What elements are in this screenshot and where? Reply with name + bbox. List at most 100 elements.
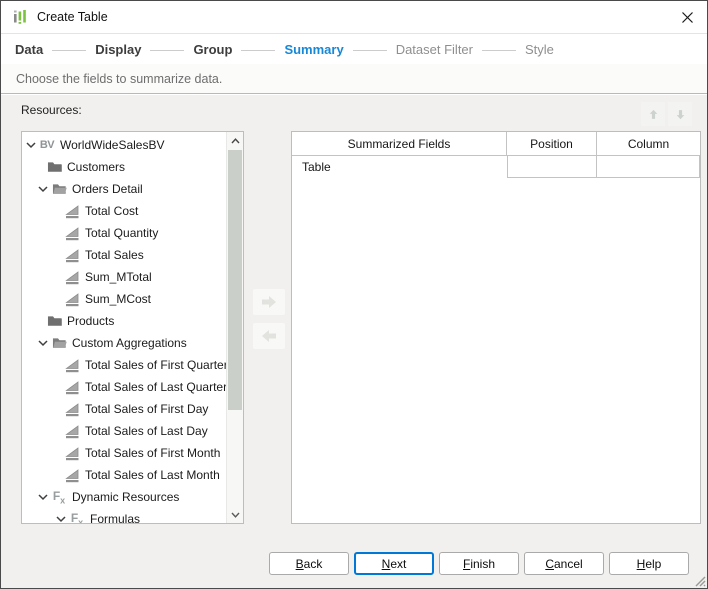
step-connector	[150, 49, 185, 51]
tree-item-label: Total Cost	[85, 204, 139, 218]
remove-arrow-icon[interactable]	[253, 323, 285, 349]
summary-field-icon	[64, 247, 80, 263]
table-header-row: Summarized Fields Position Column	[292, 132, 700, 156]
tree-item-label: WorldWideSalesBV	[60, 138, 165, 152]
chevron-down-icon[interactable]	[38, 492, 50, 502]
tree-item-label: Sum_MTotal	[85, 270, 152, 284]
summary-field-icon	[64, 203, 80, 219]
tree-item-label: Custom Aggregations	[72, 336, 187, 350]
tree-item-label: Formulas	[90, 512, 141, 524]
tree-item-custom-aggregations[interactable]: Custom Aggregations	[22, 332, 226, 354]
folder-open-icon	[51, 335, 67, 351]
resize-grip-icon[interactable]	[692, 573, 706, 587]
step-summary[interactable]: Summary	[284, 42, 343, 57]
title-bar: Create Table	[1, 1, 707, 34]
table-rows: Table	[292, 156, 700, 178]
tree-item-label: Total Quantity	[85, 226, 159, 240]
back-button[interactable]: Back	[269, 552, 349, 575]
table-row[interactable]: Table	[292, 156, 700, 178]
column-header-summarized-fields: Summarized Fields	[292, 132, 507, 155]
fx-icon: Fx	[70, 510, 84, 524]
add-arrow-icon[interactable]	[253, 289, 285, 315]
summarized-fields-table: Summarized Fields Position Column Table	[291, 131, 701, 524]
tree-item-sum-mcost[interactable]: Sum_MCost	[22, 288, 226, 310]
tree-item-total-sales-of-first-day[interactable]: Total Sales of First Day	[22, 398, 226, 420]
row-field-label[interactable]: Table	[292, 156, 507, 178]
tree-item-label: Dynamic Resources	[72, 490, 180, 504]
tree-item-label: Customers	[67, 160, 126, 174]
create-table-dialog: Create Table Data Display Group Summary Data…	[0, 0, 708, 589]
finish-button[interactable]: Finish	[439, 552, 519, 575]
tree-item-label: Total Sales	[85, 248, 144, 262]
chevron-down-icon[interactable]	[38, 338, 50, 348]
step-data[interactable]: Data	[15, 42, 43, 57]
business-view-icon: BV	[39, 139, 55, 151]
tree-item-products[interactable]: Products	[22, 310, 226, 332]
tree-item-total-sales-of-last-quarter[interactable]: Total Sales of Last Quarter	[22, 376, 228, 398]
tree-item-label: Total Sales of Last Month	[85, 468, 220, 482]
tree-item-label: Total Sales of Last Quarter	[85, 380, 228, 394]
help-button[interactable]: Help	[609, 552, 689, 575]
step-connector	[52, 49, 87, 51]
summary-field-icon	[64, 291, 80, 307]
summary-field-icon	[64, 357, 80, 373]
step-connector	[352, 49, 387, 51]
resources-label: Resources:	[21, 103, 82, 117]
tree-scrollbar[interactable]	[226, 132, 243, 523]
cancel-button[interactable]: Cancel	[524, 552, 604, 575]
tree-item-label: Total Sales of First Day	[85, 402, 209, 416]
step-group[interactable]: Group	[193, 42, 232, 57]
tree-item-total-sales-of-last-month[interactable]: Total Sales of Last Month	[22, 464, 226, 486]
step-display[interactable]: Display	[95, 42, 141, 57]
chevron-down-icon[interactable]	[26, 140, 38, 150]
move-up-icon[interactable]	[641, 102, 665, 126]
tree-item-label: Total Sales of Last Day	[85, 424, 208, 438]
next-button[interactable]: Next	[354, 552, 434, 575]
step-dataset-filter[interactable]: Dataset Filter	[396, 42, 473, 57]
summary-field-icon	[64, 269, 80, 285]
tree-item-formulas[interactable]: Fx Formulas	[22, 508, 226, 524]
close-icon[interactable]	[677, 7, 697, 27]
folder-icon	[46, 159, 62, 175]
tree-item-total-cost[interactable]: Total Cost	[22, 200, 226, 222]
tree-item-label: Orders Detail	[72, 182, 143, 196]
dialog-body: Resources: BV WorldWideSalesBV Customers Or…	[1, 95, 707, 588]
folder-icon	[46, 313, 62, 329]
summary-field-icon	[64, 225, 80, 241]
tree-item-label: Products	[67, 314, 115, 328]
move-down-icon[interactable]	[668, 102, 692, 126]
column-header-column: Column	[627, 136, 670, 151]
step-style[interactable]: Style	[525, 42, 554, 57]
step-connector	[482, 49, 516, 51]
instruction-text: Choose the fields to summarize data.	[1, 64, 707, 94]
summary-field-icon	[64, 401, 80, 417]
fx-icon: Fx	[52, 488, 66, 506]
tree-item-customers[interactable]: Customers	[22, 156, 226, 178]
row-position-cell[interactable]	[507, 156, 597, 178]
tree-item-orders-detail[interactable]: Orders Detail	[22, 178, 226, 200]
tree-item-label: Total Sales of First Quarter	[85, 358, 228, 372]
window-title: Create Table	[37, 10, 108, 24]
tree-item-worldwidesalesbv[interactable]: BV WorldWideSalesBV	[22, 134, 226, 156]
tree-item-dynamic-resources[interactable]: Fx Dynamic Resources	[22, 486, 226, 508]
scroll-up-icon[interactable]	[227, 132, 243, 149]
tree-item-total-sales-of-first-month[interactable]: Total Sales of First Month	[22, 442, 226, 464]
column-header-position: Position	[507, 132, 597, 155]
summary-field-icon	[64, 423, 80, 439]
summary-field-icon	[64, 379, 80, 395]
tree-item-total-sales-of-first-quarter[interactable]: Total Sales of First Quarter	[22, 354, 228, 376]
folder-open-icon	[51, 181, 67, 197]
tree-item-sum-mtotal[interactable]: Sum_MTotal	[22, 266, 226, 288]
summary-field-icon	[64, 445, 80, 461]
tree-item-total-quantity[interactable]: Total Quantity	[22, 222, 226, 244]
chevron-down-icon[interactable]	[56, 514, 68, 523]
tree-items: BV WorldWideSalesBV Customers Orders Detail…	[22, 134, 228, 524]
chevron-down-icon[interactable]	[38, 184, 50, 194]
row-column-cell[interactable]	[597, 156, 700, 178]
scroll-down-icon[interactable]	[227, 506, 243, 523]
tree-item-total-sales-of-last-day[interactable]: Total Sales of Last Day	[22, 420, 226, 442]
scrollbar-thumb[interactable]	[228, 150, 242, 410]
tree-item-total-sales[interactable]: Total Sales	[22, 244, 226, 266]
summary-field-icon	[64, 467, 80, 483]
resources-tree: BV WorldWideSalesBV Customers Orders Detail…	[21, 131, 244, 524]
